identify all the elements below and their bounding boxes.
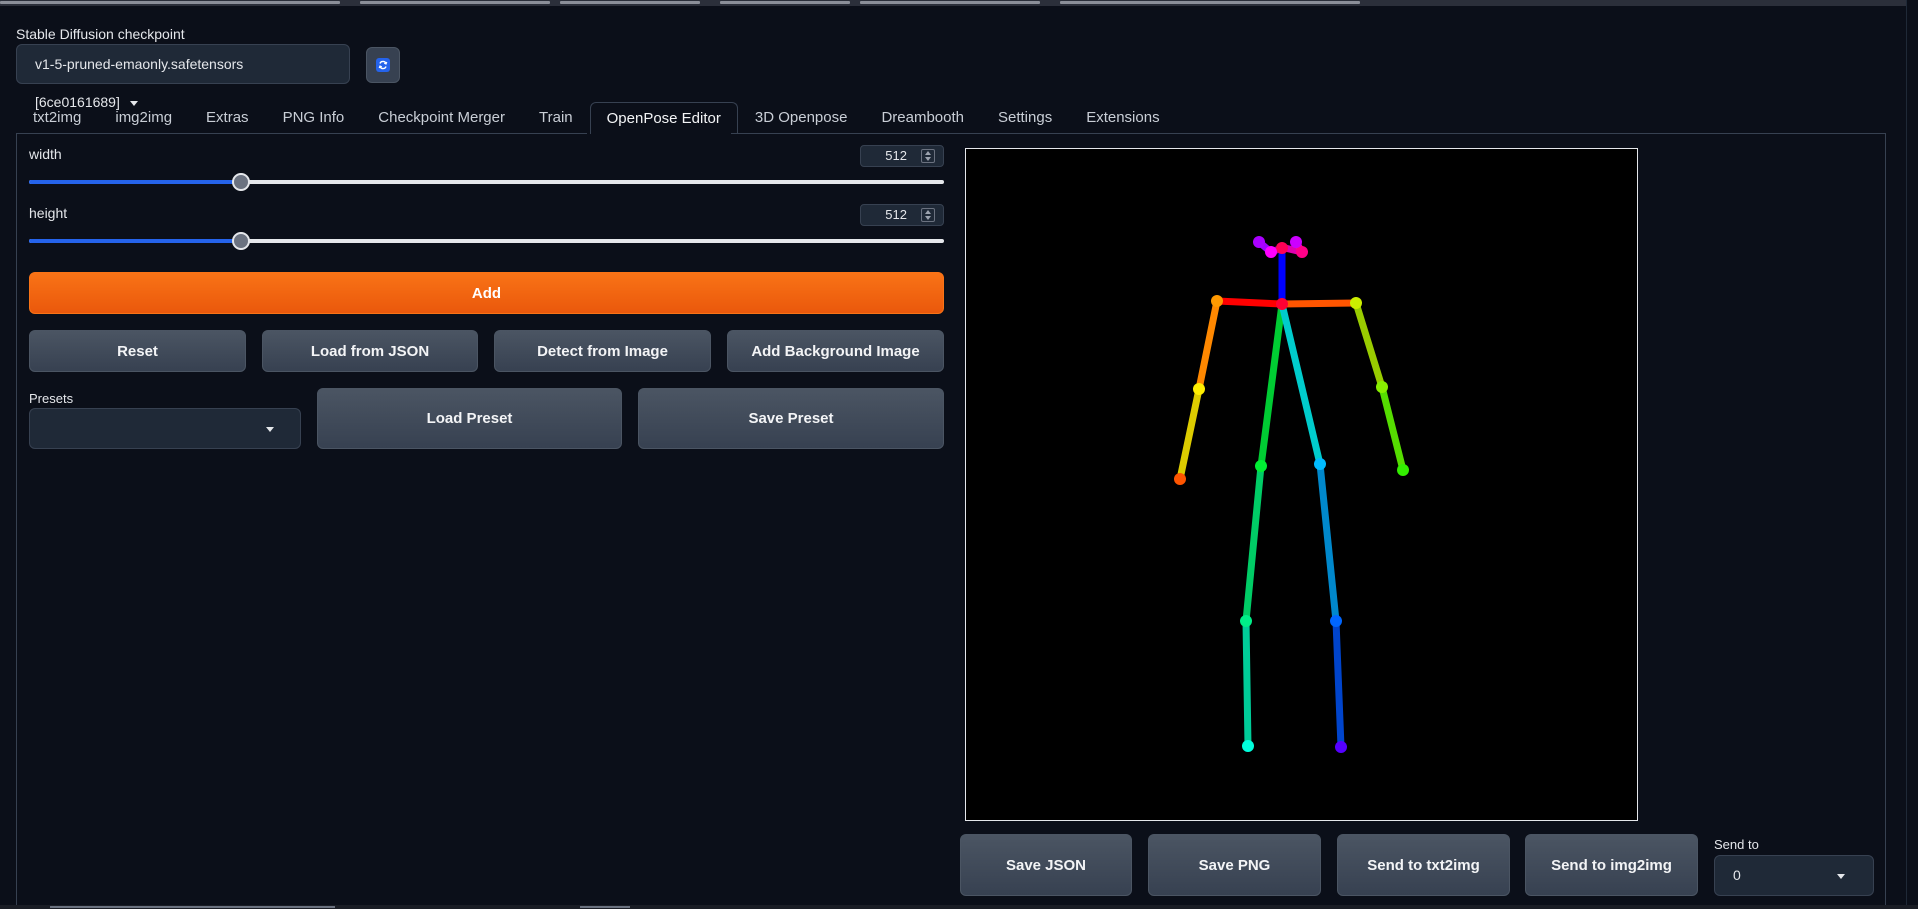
limb-line	[1278, 300, 1324, 468]
height-label: height	[29, 205, 68, 221]
presets-dropdown[interactable]	[29, 408, 301, 449]
keypoint[interactable]	[1174, 473, 1186, 485]
checkpoint-label: Stable Diffusion checkpoint	[16, 26, 185, 42]
horizontal-scrollbar[interactable]	[0, 905, 1918, 909]
detect-from-image-button[interactable]: Detect from Image	[494, 330, 711, 372]
tab-settings[interactable]: Settings	[981, 102, 1069, 134]
tab-extensions[interactable]: Extensions	[1069, 102, 1176, 134]
keypoint[interactable]	[1211, 295, 1223, 307]
skeleton-limbs	[1176, 238, 1407, 751]
save-preset-button[interactable]: Save Preset	[638, 388, 944, 449]
spinner-arrows-icon[interactable]	[921, 149, 935, 163]
keypoint[interactable]	[1296, 246, 1308, 258]
keypoint[interactable]	[1350, 297, 1362, 309]
height-value: 512	[885, 207, 907, 222]
keypoint[interactable]	[1240, 615, 1252, 627]
keypoint[interactable]	[1253, 236, 1265, 248]
scrollbar-thumb[interactable]	[580, 906, 630, 908]
save-png-button[interactable]: Save PNG	[1148, 834, 1321, 896]
keypoint[interactable]	[1193, 383, 1205, 395]
pose-canvas[interactable]	[965, 148, 1638, 821]
limb-line	[1332, 617, 1345, 751]
keypoint[interactable]	[1314, 458, 1326, 470]
width-number-input[interactable]: 512	[860, 145, 944, 167]
width-value: 512	[885, 148, 907, 163]
tab-txt2img[interactable]: txt2img	[16, 102, 98, 134]
load-preset-button[interactable]: Load Preset	[317, 388, 622, 449]
tab-extras[interactable]: Extras	[189, 102, 266, 134]
keypoint[interactable]	[1276, 298, 1288, 310]
limb-line	[1176, 385, 1203, 483]
limb-line	[1378, 383, 1407, 474]
spinner-arrows-icon[interactable]	[921, 208, 935, 222]
send-to-label: Send to	[1714, 837, 1759, 852]
panel-divider	[731, 133, 1886, 134]
checkpoint-dropdown[interactable]: v1-5-pruned-emaonly.safetensors [6ce0161…	[16, 44, 350, 110]
keypoint[interactable]	[1330, 615, 1342, 627]
add-button[interactable]: Add	[29, 272, 944, 314]
add-background-image-button[interactable]: Add Background Image	[727, 330, 944, 372]
tab-checkpoint-merger[interactable]: Checkpoint Merger	[361, 102, 522, 134]
tab-bar: txt2img img2img Extras PNG Info Checkpoi…	[16, 102, 1177, 134]
keypoint[interactable]	[1397, 464, 1409, 476]
load-from-json-button[interactable]: Load from JSON	[262, 330, 478, 372]
refresh-icon	[376, 58, 390, 72]
limb-line	[1278, 299, 1360, 308]
keypoint[interactable]	[1265, 246, 1277, 258]
panel-divider	[16, 133, 587, 134]
height-number-input[interactable]: 512	[860, 204, 944, 226]
tab-dreambooth[interactable]: Dreambooth	[864, 102, 981, 134]
tab-3d-openpose[interactable]: 3D Openpose	[738, 102, 865, 134]
height-slider[interactable]	[29, 232, 944, 250]
send-to-txt2img-button[interactable]: Send to txt2img	[1337, 834, 1510, 896]
keypoint[interactable]	[1290, 236, 1302, 248]
width-slider-fill	[29, 180, 242, 184]
keypoint[interactable]	[1376, 381, 1388, 393]
save-json-button[interactable]: Save JSON	[960, 834, 1132, 896]
width-slider[interactable]	[29, 173, 944, 191]
limb-line	[1213, 297, 1286, 308]
tab-train[interactable]: Train	[522, 102, 590, 134]
chevron-down-icon	[266, 427, 274, 432]
browser-top-strip	[0, 0, 1918, 6]
keypoint[interactable]	[1242, 740, 1254, 752]
keypoint[interactable]	[1255, 460, 1267, 472]
skeleton-keypoints[interactable]	[1174, 236, 1409, 753]
width-label: width	[29, 146, 62, 162]
send-to-img2img-button[interactable]: Send to img2img	[1525, 834, 1698, 896]
tab-png-info[interactable]: PNG Info	[266, 102, 362, 134]
pose-skeleton[interactable]	[966, 149, 1637, 820]
tab-openpose-editor[interactable]: OpenPose Editor	[589, 102, 738, 134]
scrollbar-thumb[interactable]	[50, 906, 335, 908]
send-to-value: 0	[1733, 867, 1741, 883]
refresh-button[interactable]	[366, 47, 400, 83]
height-slider-fill	[29, 239, 242, 243]
limb-line	[1242, 617, 1252, 750]
limb-line	[1242, 462, 1265, 625]
send-to-dropdown[interactable]: 0	[1714, 855, 1874, 896]
limb-line	[1352, 299, 1386, 391]
tab-img2img[interactable]: img2img	[98, 102, 189, 134]
page-scrollbar[interactable]	[1906, 0, 1918, 909]
chevron-down-icon	[1837, 874, 1845, 879]
limb-line	[1316, 460, 1340, 625]
keypoint[interactable]	[1276, 242, 1288, 254]
keypoint[interactable]	[1335, 741, 1347, 753]
reset-button[interactable]: Reset	[29, 330, 246, 372]
limb-line	[1195, 297, 1221, 393]
presets-label: Presets	[29, 391, 74, 406]
limb-line	[1257, 300, 1286, 470]
